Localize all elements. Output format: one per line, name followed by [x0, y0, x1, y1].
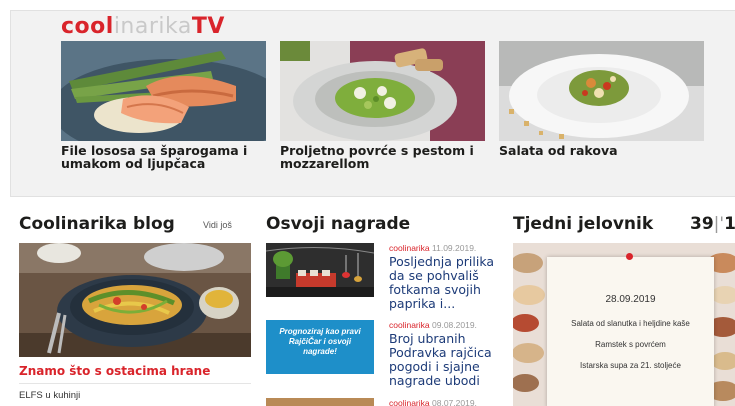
prize-meta: coolinarika 08.07.2019.	[389, 398, 477, 406]
coolinarika-tv-section: coolinarikaTV File lososa sa šparogama i…	[10, 10, 735, 197]
prize-item[interactable]: Prognoziraj kao pravi RajčiČar i osvoji …	[266, 320, 492, 388]
prize-date: 09.08.2019.	[432, 320, 477, 330]
prize-date: 11.09.2019.	[432, 243, 477, 253]
blog-author[interactable]: ELFS u kuhinji	[19, 390, 80, 401]
logo-text-tv: TV	[191, 14, 225, 39]
blog-section-title[interactable]: Coolinarika blog	[19, 214, 175, 234]
prize-title[interactable]: Broj ubranih Podravka rajčica pogodi i s…	[389, 332, 497, 388]
prize-source[interactable]: coolinarika	[389, 398, 430, 406]
weekly-menu-card[interactable]: 28.09.2019 Salata od slanutka i heljdine…	[513, 243, 735, 406]
tv-card-salmon[interactable]: File lososa sa šparogama i umakom od lju…	[61, 41, 266, 170]
tv-card-image[interactable]	[280, 41, 485, 141]
prize-item[interactable]: coolinarika 08.07.2019.	[266, 398, 491, 406]
divider	[19, 383, 251, 384]
tv-card-crab-salad[interactable]: Salata od rakova	[499, 41, 704, 157]
prizes-section-title[interactable]: Osvoji nagrade	[266, 214, 410, 234]
week-number-next[interactable]: 1	[724, 214, 735, 234]
tv-card-title[interactable]: Salata od rakova	[499, 144, 704, 157]
prize-title[interactable]: Posljednja prilika da se pohvališ fotkam…	[389, 255, 497, 311]
blog-headline-link[interactable]: Znamo što s ostacima hrane	[19, 364, 210, 378]
week-number: 39|'1	[690, 214, 735, 234]
prize-item[interactable]: coolinarika 11.09.2019. Posljednja prili…	[266, 243, 494, 311]
weekly-menu-dish[interactable]: Salata od slanutka i heljdine kaše	[547, 319, 714, 329]
pin-icon	[626, 253, 633, 260]
prize-banner-text: Prognoziraj kao pravi RajčiČar i osvoji …	[279, 327, 361, 356]
week-separator: |'	[713, 214, 725, 234]
week-number-current: 39	[690, 214, 714, 234]
prize-meta: coolinarika 11.09.2019.	[389, 243, 476, 253]
tv-card-image[interactable]	[499, 41, 704, 141]
weekly-menu-dish[interactable]: Istarska supa za 21. stoljeće	[547, 361, 714, 371]
weekly-menu-paper: 28.09.2019 Salata od slanutka i heljdine…	[547, 253, 714, 406]
weekly-menu-date: 28.09.2019	[605, 294, 656, 305]
prize-image[interactable]: Prognoziraj kao pravi RajčiČar i osvoji …	[266, 320, 374, 374]
blog-featured-image[interactable]	[19, 243, 251, 357]
weekly-menu-section-title[interactable]: Tjedni jelovnik	[513, 214, 653, 234]
prize-image[interactable]	[266, 398, 374, 406]
tv-card-title[interactable]: File lososa sa šparogama i umakom od lju…	[61, 144, 266, 170]
logo-text-inarika: inarika	[113, 14, 192, 39]
prize-source[interactable]: coolinarika	[389, 320, 430, 330]
prize-date: 08.07.2019.	[432, 398, 477, 406]
prize-meta: coolinarika 09.08.2019.	[389, 320, 477, 330]
logo-text-cool: cool	[61, 14, 114, 39]
prize-image[interactable]	[266, 243, 374, 297]
tv-card-title[interactable]: Proljetno povrće s pestom i mozzarellom	[280, 144, 485, 170]
prize-source[interactable]: coolinarika	[389, 243, 430, 253]
tv-card-image[interactable]	[61, 41, 266, 141]
coolinarika-tv-logo[interactable]: coolinarikaTV	[61, 15, 225, 39]
tv-card-spring-vegetables[interactable]: Proljetno povrće s pestom i mozzarellom	[280, 41, 485, 170]
weekly-menu-dish[interactable]: Ramstek s povrćem	[547, 340, 714, 350]
blog-more-link[interactable]: Vidi još	[203, 220, 232, 230]
